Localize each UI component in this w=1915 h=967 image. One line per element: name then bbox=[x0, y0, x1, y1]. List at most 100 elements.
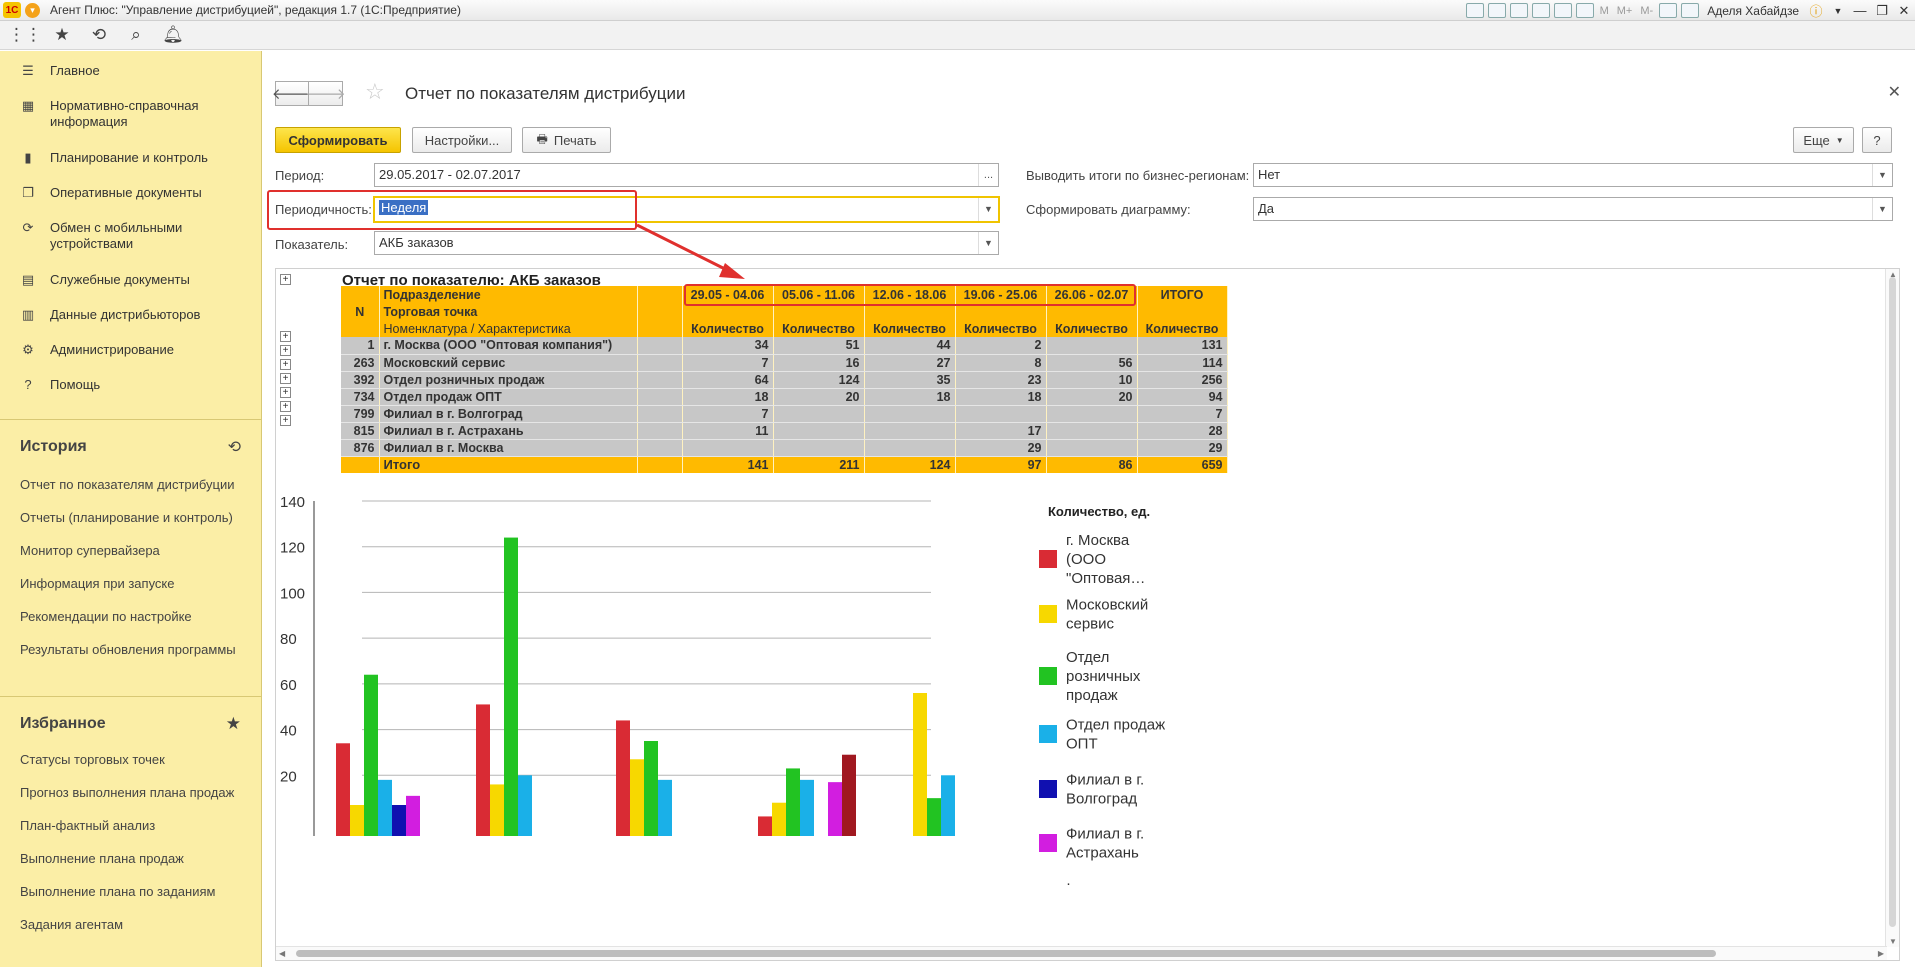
bar[interactable] bbox=[927, 798, 941, 836]
info-icon[interactable]: ⓘ bbox=[1805, 1, 1827, 20]
minimize-icon[interactable]: — bbox=[1849, 3, 1871, 18]
history-icon[interactable]: ⟲ bbox=[84, 22, 114, 48]
bar[interactable] bbox=[913, 693, 927, 836]
sidebar-item-reference[interactable]: ▦ Нормативно-справочная информация bbox=[0, 98, 261, 150]
bar[interactable] bbox=[616, 720, 630, 836]
calendar-icon[interactable] bbox=[1575, 3, 1594, 18]
bar[interactable] bbox=[504, 537, 518, 836]
print-button[interactable]: 🖶 Печать bbox=[522, 127, 611, 153]
sidebar-item-main[interactable]: ☰ Главное bbox=[0, 63, 261, 98]
favorite-link[interactable]: Выполнение плана продаж bbox=[0, 842, 261, 875]
favorite-link[interactable]: Прогноз выполнения плана продаж bbox=[0, 776, 261, 809]
chevron-down-icon[interactable]: ▼ bbox=[978, 198, 998, 221]
history-link[interactable]: Отчеты (планирование и контроль) bbox=[0, 501, 261, 534]
vertical-scroll-thumb[interactable] bbox=[1889, 277, 1896, 927]
expand-row-icon[interactable]: + bbox=[280, 359, 291, 370]
history-link[interactable]: Результаты обновления программы bbox=[0, 633, 261, 666]
apps-grid-icon[interactable]: ⋮⋮ bbox=[8, 22, 42, 48]
sidebar-item-help[interactable]: ? Помощь bbox=[0, 377, 261, 407]
expand-all-icon[interactable]: + bbox=[280, 274, 291, 285]
table-row[interactable]: 815 Филиал в г. Астрахань 11 17 28 bbox=[341, 422, 1228, 440]
expand-row-icon[interactable]: + bbox=[280, 373, 291, 384]
bar[interactable] bbox=[364, 674, 378, 836]
bar[interactable] bbox=[772, 802, 786, 836]
favorites-star-icon[interactable]: ★ bbox=[226, 714, 241, 734]
bar[interactable] bbox=[350, 805, 364, 836]
bar[interactable] bbox=[630, 759, 644, 836]
scroll-left-icon[interactable]: ◀ bbox=[279, 949, 285, 958]
history-link[interactable]: Рекомендации по настройке bbox=[0, 600, 261, 633]
bar[interactable] bbox=[518, 775, 532, 836]
bar[interactable] bbox=[800, 779, 814, 836]
bar[interactable] bbox=[336, 743, 350, 836]
help-button[interactable]: ? bbox=[1862, 127, 1892, 153]
bar[interactable] bbox=[828, 782, 842, 836]
table-row[interactable]: 799 Филиал в г. Волгоград 7 7 bbox=[341, 405, 1228, 423]
favorite-link[interactable]: Статусы торговых точек bbox=[0, 743, 261, 776]
memory-button[interactable]: M bbox=[1600, 5, 1609, 17]
expand-row-icon[interactable]: + bbox=[280, 387, 291, 398]
restore-icon[interactable]: ❐ bbox=[1871, 3, 1893, 19]
bar[interactable] bbox=[786, 768, 800, 836]
sidebar-item-operative-docs[interactable]: ❐ Оперативные документы bbox=[0, 185, 261, 220]
bar[interactable] bbox=[476, 704, 490, 836]
sidebar-item-administration[interactable]: ⚙ Администрирование bbox=[0, 342, 261, 377]
search-icon[interactable]: ⌕ bbox=[121, 22, 151, 48]
sidebar-item-mobile-exchange[interactable]: ⟳ Обмен с мобильными устройствами bbox=[0, 220, 261, 272]
favorite-link[interactable]: Выполнение плана по заданиям bbox=[0, 875, 261, 908]
table-row[interactable]: 734 Отдел продаж ОПТ 18 20 18 18 20 94 bbox=[341, 388, 1228, 406]
generate-button[interactable]: Сформировать bbox=[275, 127, 401, 153]
bar[interactable] bbox=[378, 779, 392, 836]
memory-plus-button[interactable]: M+ bbox=[1617, 5, 1633, 17]
close-window-icon[interactable]: ✕ bbox=[1893, 3, 1915, 19]
horizontal-scroll-thumb[interactable] bbox=[296, 950, 1716, 957]
panel-icon[interactable] bbox=[1681, 3, 1700, 18]
history-link[interactable]: Монитор супервайзера bbox=[0, 534, 261, 567]
history-link[interactable]: Отчет по показателям дистрибуции bbox=[0, 468, 261, 501]
copy-icon[interactable] bbox=[1553, 3, 1572, 18]
bar[interactable] bbox=[644, 741, 658, 836]
bar[interactable] bbox=[406, 795, 420, 836]
bar[interactable] bbox=[490, 784, 504, 836]
expand-row-icon[interactable]: + bbox=[280, 331, 291, 342]
more-button[interactable]: Еще ▼ bbox=[1793, 127, 1854, 153]
report-area[interactable]: + Отчет по показателю: АКБ заказов N Под… bbox=[275, 268, 1900, 961]
scroll-right-icon[interactable]: ▶ bbox=[1878, 949, 1884, 958]
table-row[interactable]: 392 Отдел розничных продаж 64 124 35 23 10 256 bbox=[341, 371, 1228, 389]
current-user[interactable]: Аделя Хабайдзе bbox=[1707, 4, 1799, 18]
dropdown-icon[interactable]: ▼ bbox=[1827, 6, 1849, 16]
add-favorite-star-icon[interactable]: ☆ bbox=[365, 79, 385, 105]
table-row[interactable]: 1 г. Москва (ООО "Оптовая компания") 34 51 4… bbox=[341, 337, 1228, 355]
forward-arrow-icon[interactable]: 🡒 bbox=[305, 81, 346, 106]
settings-button[interactable]: Настройки... bbox=[412, 127, 512, 153]
favorite-link[interactable]: Задания агентам bbox=[0, 908, 261, 941]
chevron-down-icon[interactable]: ▼ bbox=[1872, 198, 1892, 220]
bar[interactable] bbox=[941, 775, 955, 836]
history-clock-icon[interactable]: ⟲ bbox=[228, 437, 241, 457]
print-icon[interactable] bbox=[1487, 3, 1506, 18]
bar[interactable] bbox=[658, 779, 672, 836]
table-row[interactable]: 263 Московский сервис 7 16 27 8 56 114 bbox=[341, 354, 1228, 372]
diagram-field[interactable]: Да ▼ bbox=[1253, 197, 1893, 221]
sidebar-item-distributor-data[interactable]: ▥ Данные дистрибьюторов bbox=[0, 307, 261, 342]
vertical-scrollbar[interactable]: ▲ ▼ bbox=[1885, 269, 1899, 947]
period-field[interactable]: 29.05.2017 - 02.07.2017 ... bbox=[374, 163, 999, 187]
favorite-link[interactable]: План-фактный анализ bbox=[0, 809, 261, 842]
horizontal-scrollbar[interactable]: ◀ ▶ bbox=[276, 946, 1887, 960]
notifications-bell-icon[interactable]: 🔔︎ bbox=[158, 22, 188, 48]
regions-field[interactable]: Нет ▼ bbox=[1253, 163, 1893, 187]
expand-row-icon[interactable]: + bbox=[280, 345, 291, 356]
preview-icon[interactable] bbox=[1509, 3, 1528, 18]
period-select-button[interactable]: ... bbox=[978, 164, 998, 186]
memory-minus-button[interactable]: M- bbox=[1640, 5, 1653, 17]
bar[interactable] bbox=[758, 816, 772, 836]
back-arrow-icon[interactable]: 🡐 bbox=[272, 81, 312, 106]
close-form-icon[interactable]: ✕ bbox=[1888, 82, 1901, 102]
main-menu-icon[interactable]: ▾ bbox=[25, 2, 40, 18]
bar[interactable] bbox=[842, 754, 856, 836]
chevron-down-icon[interactable]: ▼ bbox=[978, 232, 998, 254]
chevron-down-icon[interactable]: ▼ bbox=[1872, 164, 1892, 186]
save-icon[interactable] bbox=[1465, 3, 1484, 18]
expand-row-icon[interactable]: + bbox=[280, 415, 291, 426]
expand-row-icon[interactable]: + bbox=[280, 401, 291, 412]
